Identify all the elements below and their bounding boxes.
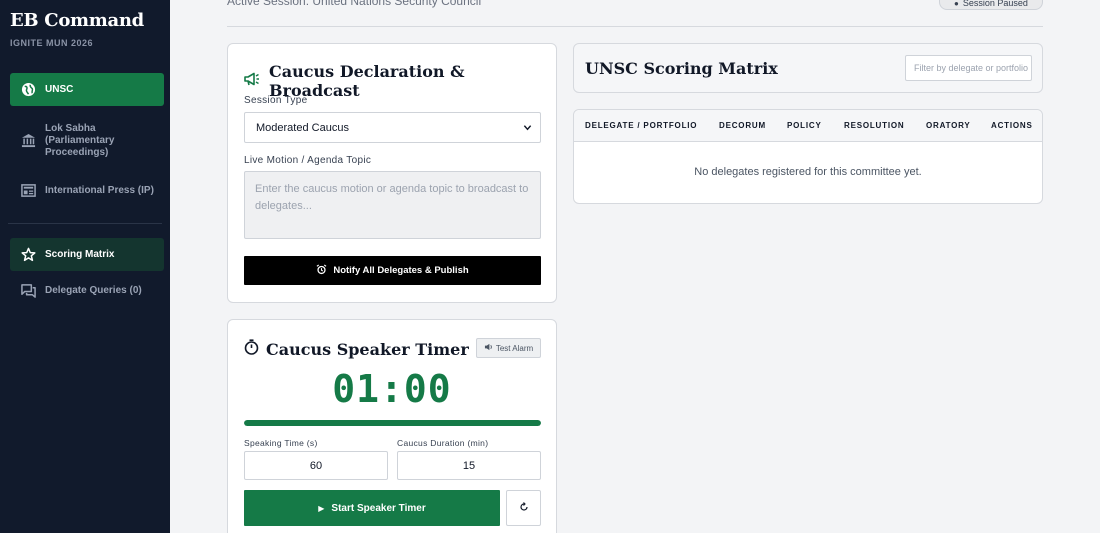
speaking-time-label: Speaking Time (s) <box>244 438 318 448</box>
stopwatch-icon <box>244 339 259 360</box>
main-content: Active Session: United Nations Security … <box>170 0 1100 533</box>
column-header-delegate: DELEGATE / PORTFOLIO <box>585 121 698 130</box>
caucus-duration-label: Caucus Duration (min) <box>397 438 489 448</box>
column-header-policy: POLICY <box>787 121 822 130</box>
sidebar-item-label: UNSC <box>45 84 74 95</box>
motion-label: Live Motion / Agenda Topic <box>244 155 372 166</box>
start-timer-button[interactable]: ▶ Start Speaker Timer <box>244 490 500 526</box>
caucus-duration-input[interactable]: 15 <box>397 451 541 480</box>
timer-progress-bar <box>244 420 541 426</box>
caucus-title: Caucus Declaration & Broadcast <box>269 62 465 100</box>
column-header-decorum: DECORUM <box>719 121 766 130</box>
sidebar: EB Command IGNITE MUN 2026 UNSC Lok Sabh… <box>0 0 170 533</box>
sidebar-item-lok-sabha[interactable]: Lok Sabha (Parliamentary Proceedings) <box>10 123 164 159</box>
column-header-resolution: RESOLUTION <box>844 121 905 130</box>
newspaper-icon <box>20 182 36 198</box>
session-type-select[interactable]: Moderated Caucus <box>244 112 541 143</box>
brand-subtitle: IGNITE MUN 2026 <box>10 38 94 48</box>
speaking-time-input[interactable]: 60 <box>244 451 388 480</box>
delegate-filter-input[interactable]: Filter by delegate or portfolio <box>905 55 1032 81</box>
column-header-actions: ACTIONS <box>991 121 1033 130</box>
column-header-oratory: ORATORY <box>926 121 971 130</box>
test-alarm-button[interactable]: Test Alarm <box>476 338 541 358</box>
sidebar-item-label: Scoring Matrix <box>45 249 115 260</box>
matrix-title: UNSC Scoring Matrix <box>585 59 778 78</box>
brand-title: EB Command <box>10 10 144 31</box>
parliament-icon <box>20 132 36 148</box>
speaker-timer-card: Caucus Speaker Timer Test Alarm 01:00 Sp… <box>227 319 557 533</box>
sidebar-item-unsc[interactable]: UNSC <box>10 73 164 106</box>
chat-icon <box>20 282 36 298</box>
scoring-matrix-header: UNSC Scoring Matrix Filter by delegate o… <box>573 43 1043 93</box>
alarm-icon <box>316 263 327 278</box>
sidebar-item-delegate-queries[interactable]: Delegate Queries (0) <box>10 282 164 298</box>
empty-state-message: No delegates registered for this committ… <box>694 166 922 178</box>
timer-title: Caucus Speaker Timer <box>266 340 469 359</box>
sidebar-item-label: International Press (IP) <box>45 184 154 196</box>
sidebar-item-label: Delegate Queries (0) <box>45 284 142 296</box>
play-icon: ▶ <box>318 503 325 513</box>
scoring-matrix-table: DELEGATE / PORTFOLIO DECORUM POLICY RESO… <box>573 109 1043 204</box>
sidebar-item-international-press[interactable]: International Press (IP) <box>10 182 164 198</box>
table-header-row: DELEGATE / PORTFOLIO DECORUM POLICY RESO… <box>574 110 1042 142</box>
caucus-declaration-card: Caucus Declaration & Broadcast Session T… <box>227 43 557 303</box>
timer-progress-fill <box>244 420 541 426</box>
reset-timer-button[interactable] <box>506 490 541 526</box>
pause-icon: ● <box>954 0 959 8</box>
motion-textarea[interactable]: Enter the caucus motion or agenda topic … <box>244 171 541 239</box>
speaker-icon <box>484 343 493 353</box>
star-icon <box>20 247 36 263</box>
megaphone-icon <box>244 72 260 91</box>
chevron-down-icon <box>523 123 532 135</box>
session-type-label: Session Type <box>244 95 308 106</box>
sidebar-item-label: Lok Sabha (Parliamentary Proceedings) <box>45 123 115 158</box>
sidebar-item-scoring-matrix[interactable]: Scoring Matrix <box>10 238 164 271</box>
session-pause-button[interactable]: ● Session Paused <box>939 0 1043 10</box>
sidebar-divider <box>8 223 162 224</box>
header-divider <box>227 26 1043 27</box>
refresh-icon <box>519 499 529 517</box>
session-status: Active Session: United Nations Security … <box>227 0 482 8</box>
notify-publish-button[interactable]: Notify All Delegates & Publish <box>244 256 541 285</box>
timer-display: 01:00 <box>332 367 452 411</box>
globe-icon <box>20 82 36 98</box>
